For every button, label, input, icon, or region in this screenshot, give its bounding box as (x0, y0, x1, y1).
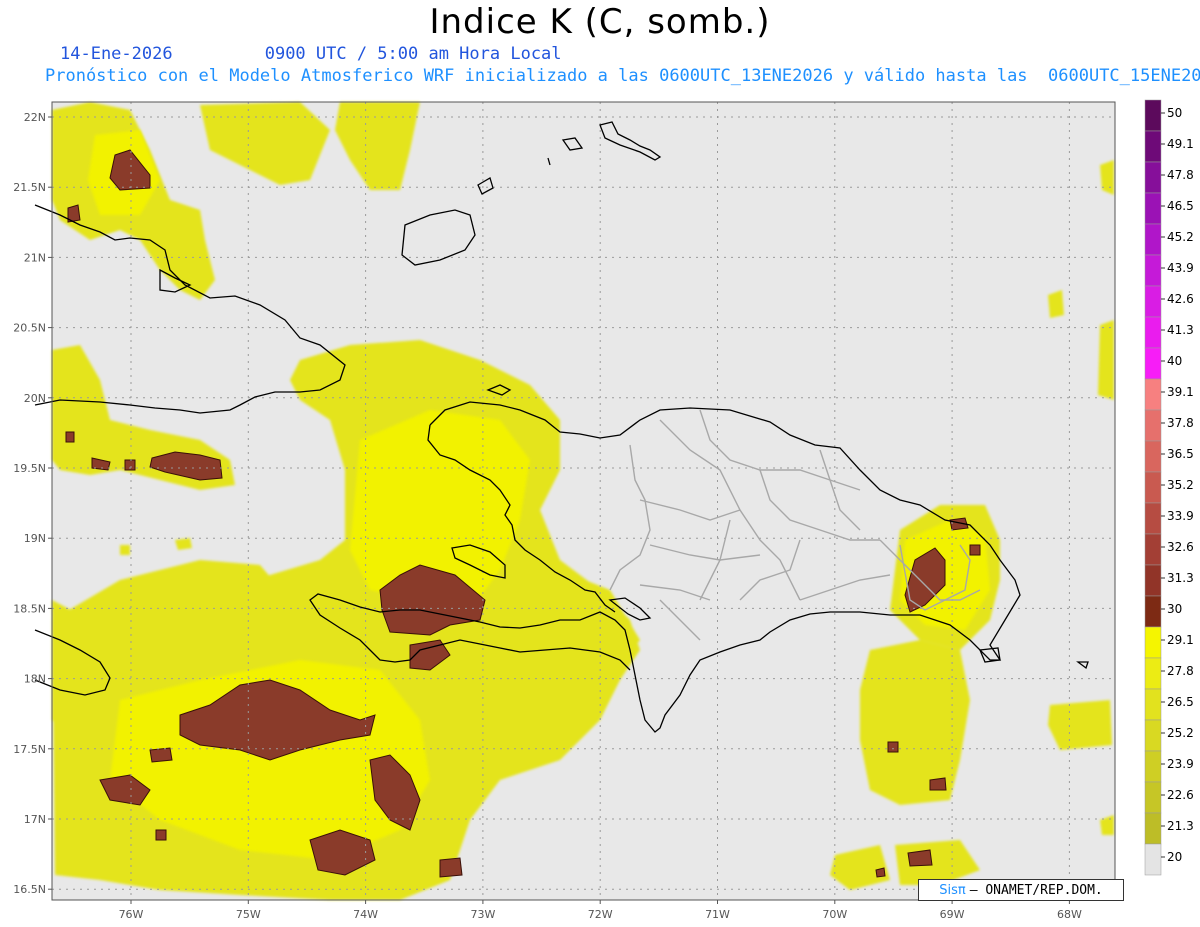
colorbar-swatch (1144, 378, 1162, 411)
lat-label: 19N (24, 532, 46, 545)
lat-label: 22N (24, 111, 46, 124)
colorbar-label: 49.1 (1167, 137, 1194, 151)
longitude-labels: 76W 75W 74W 73W 72W 71W 70W 69W 68W (119, 900, 1082, 921)
credit-brand: Sisπ (939, 882, 966, 898)
k-index-map: 22N 21.5N 21N 20.5N 20N 19.5N 19N 18.5N 18N 17.5N… (13, 99, 1194, 921)
lon-label: 68W (1057, 908, 1082, 921)
colorbar-label: 47.8 (1167, 168, 1194, 182)
credit-text: – ONAMET/REP.DOM. (969, 882, 1103, 898)
colorbar-label: 41.3 (1167, 323, 1194, 337)
colorbar-label: 43.9 (1167, 261, 1194, 275)
colorbar-swatch (1144, 688, 1162, 721)
lat-label: 21.5N (13, 181, 46, 194)
colorbar-swatch (1144, 440, 1162, 473)
credit-box: Sisπ – ONAMET/REP.DOM. (918, 879, 1124, 901)
lon-label: 73W (470, 908, 495, 921)
lat-label: 16.5N (13, 883, 46, 896)
colorbar-swatch (1144, 130, 1162, 163)
latitude-labels: 22N 21.5N 21N 20.5N 20N 19.5N 19N 18.5N 18N 17.5N… (13, 111, 52, 896)
colorbar-swatch (1144, 657, 1162, 690)
colorbar-label: 45.2 (1167, 230, 1194, 244)
lon-label: 76W (119, 908, 144, 921)
colorbar-swatch (1144, 502, 1162, 535)
colorbar-swatch (1144, 533, 1162, 566)
colorbar-swatch (1144, 99, 1162, 132)
colorbar-swatch (1144, 595, 1162, 628)
colorbar-label: 25.2 (1167, 726, 1194, 740)
colorbar-label: 30 (1167, 602, 1182, 616)
colorbar-label: 40 (1167, 354, 1182, 368)
colorbar-label: 46.5 (1167, 199, 1194, 213)
lon-label: 69W (940, 908, 965, 921)
colorbar-swatch (1144, 316, 1162, 349)
colorbar-label: 21.3 (1167, 819, 1194, 833)
colorbar-label: 26.5 (1167, 695, 1194, 709)
colorbar-swatch (1144, 409, 1162, 442)
colorbar-label: 22.6 (1167, 788, 1194, 802)
colorbar-swatch (1144, 254, 1162, 287)
colorbar-label: 23.9 (1167, 757, 1194, 771)
lat-label: 17.5N (13, 743, 46, 756)
colorbar-label: 36.5 (1167, 447, 1194, 461)
colorbar-swatch (1144, 192, 1162, 225)
colorbar-swatch (1144, 347, 1162, 380)
lon-label: 72W (588, 908, 613, 921)
colorbar-swatch (1144, 471, 1162, 504)
colorbar-label: 37.8 (1167, 416, 1194, 430)
colorbar-swatch (1144, 781, 1162, 814)
colorbar-swatch (1144, 843, 1162, 876)
colorbar-label: 39.1 (1167, 385, 1194, 399)
colorbar-swatch (1144, 626, 1162, 659)
lat-label: 19.5N (13, 462, 46, 475)
colorbar-swatch (1144, 285, 1162, 318)
colorbar-label: 31.3 (1167, 571, 1194, 585)
lat-label: 18.5N (13, 602, 46, 615)
lat-label: 17N (24, 813, 46, 826)
lat-label: 20N (24, 392, 46, 405)
lat-label: 20.5N (13, 322, 46, 335)
colorbar-label: 35.2 (1167, 478, 1194, 492)
lon-label: 70W (822, 908, 847, 921)
lon-label: 75W (236, 908, 261, 921)
colorbar-swatch (1144, 223, 1162, 256)
colorbar-swatch (1144, 719, 1162, 752)
colorbar-label: 42.6 (1167, 292, 1194, 306)
colorbar: 50 49.1 47.8 46.5 45.2 43.9 42.6 41.3 40 39.1 37.8… (1144, 99, 1194, 876)
colorbar-swatch (1144, 564, 1162, 597)
colorbar-swatch (1144, 812, 1162, 845)
lon-label: 71W (705, 908, 730, 921)
lat-label: 21N (24, 251, 46, 264)
colorbar-label: 20 (1167, 850, 1182, 864)
colorbar-label: 27.8 (1167, 664, 1194, 678)
colorbar-label: 29.1 (1167, 633, 1194, 647)
lon-label: 74W (353, 908, 378, 921)
colorbar-swatch (1144, 161, 1162, 194)
colorbar-swatch (1144, 750, 1162, 783)
colorbar-label: 33.9 (1167, 509, 1194, 523)
colorbar-label: 32.6 (1167, 540, 1194, 554)
lat-label: 18N (24, 673, 46, 686)
colorbar-label: 50 (1167, 106, 1182, 120)
